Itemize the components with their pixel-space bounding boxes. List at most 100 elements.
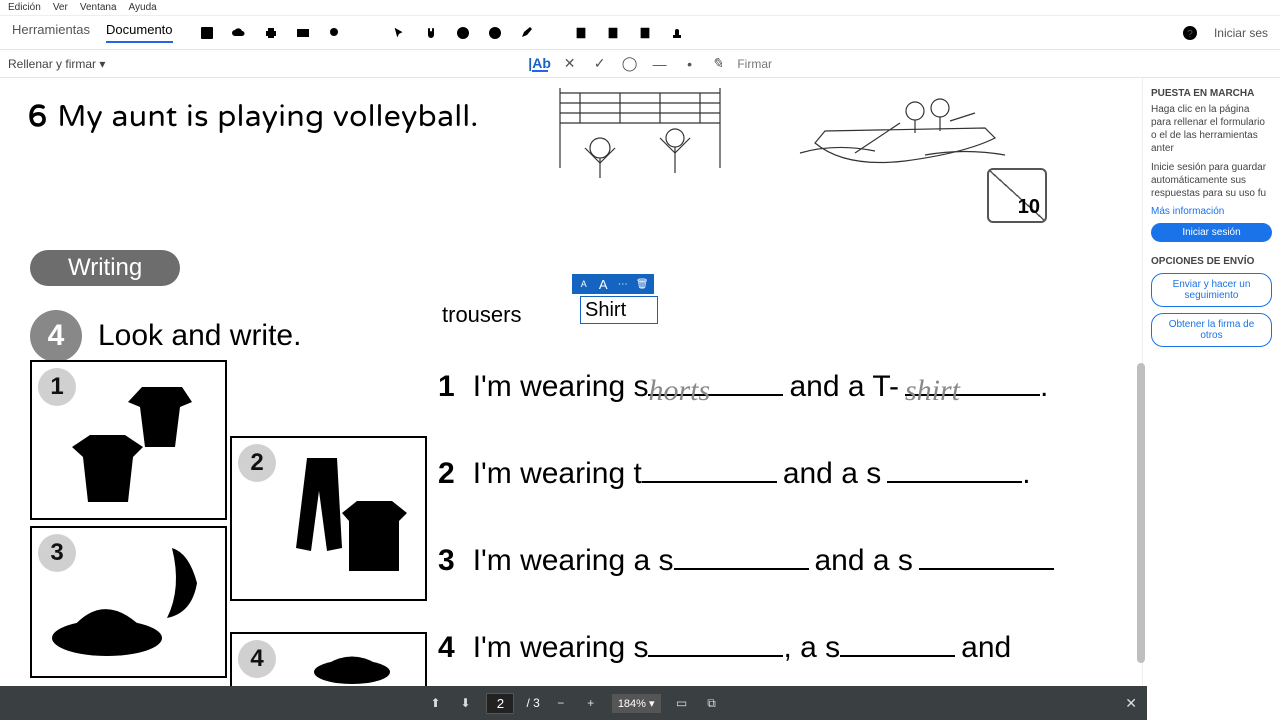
user-text-trousers[interactable]: trousers bbox=[442, 302, 521, 328]
menu-window[interactable]: Ventana bbox=[80, 2, 117, 13]
toolbar-right: ? Iniciar ses bbox=[1182, 25, 1268, 41]
print-icon[interactable] bbox=[263, 25, 279, 41]
line1-hand2: shirt bbox=[905, 374, 960, 407]
tool-icons-mid bbox=[391, 25, 535, 41]
line2-blank2 bbox=[887, 457, 1022, 483]
box-num-1: 1 bbox=[38, 368, 76, 406]
fit-width-icon[interactable]: ⧉ bbox=[703, 694, 721, 712]
font-smaller-icon[interactable]: A bbox=[577, 277, 591, 291]
score-box: 10 bbox=[987, 168, 1047, 223]
score-value: 10 bbox=[1018, 196, 1040, 219]
writing-line-3: 3 I'm wearing a s and a s bbox=[438, 544, 1054, 578]
tabs: Herramientas Documento bbox=[12, 22, 173, 43]
line4-blank1 bbox=[648, 631, 783, 657]
highlight-icon[interactable] bbox=[519, 25, 535, 41]
zoom-out-btn-icon[interactable]: − bbox=[552, 694, 570, 712]
delete-field-icon[interactable]: 🗑 bbox=[635, 277, 649, 291]
tab-tools[interactable]: Herramientas bbox=[12, 22, 90, 43]
check-tool-icon[interactable]: ✓ bbox=[592, 56, 608, 72]
fit-page-icon[interactable]: ▭ bbox=[673, 694, 691, 712]
zoom-out-icon[interactable] bbox=[455, 25, 471, 41]
search-icon[interactable] bbox=[327, 25, 343, 41]
cloud-icon[interactable] bbox=[231, 25, 247, 41]
signin-button[interactable]: Iniciar sesión bbox=[1151, 223, 1272, 242]
side-text-2: Inicie sesión para guardar automáticamen… bbox=[1151, 161, 1272, 200]
line4-c: and bbox=[961, 631, 1011, 665]
scrollbar[interactable] bbox=[1137, 363, 1145, 663]
image-box-2: 2 bbox=[230, 436, 427, 601]
look-write-text: Look and write. bbox=[98, 319, 301, 353]
boat-illustration bbox=[795, 83, 1010, 178]
text-tool-icon[interactable]: |Ab bbox=[532, 56, 548, 72]
menu-help[interactable]: Ayuda bbox=[129, 2, 157, 13]
stamp-icon[interactable] bbox=[669, 25, 685, 41]
font-bigger-icon[interactable]: A bbox=[596, 277, 610, 291]
active-text-field[interactable] bbox=[580, 296, 658, 324]
page-icon[interactable] bbox=[573, 25, 589, 41]
line3-a: I'm wearing a s bbox=[473, 544, 674, 578]
help-icon[interactable]: ? bbox=[1182, 25, 1198, 41]
signin-link[interactable]: Iniciar ses bbox=[1214, 26, 1268, 40]
send-track-button[interactable]: Enviar y hacer un seguimiento bbox=[1151, 273, 1272, 307]
save-icon[interactable] bbox=[199, 25, 215, 41]
writing-heading: Writing bbox=[30, 250, 180, 286]
document-view[interactable]: 6My aunt is playing volleyball. bbox=[0, 78, 1142, 691]
close-toolbar-icon[interactable]: ✕ bbox=[1125, 695, 1137, 712]
tool-icons-right bbox=[573, 25, 685, 41]
zoom-in-icon[interactable] bbox=[487, 25, 503, 41]
menu-view[interactable]: Ver bbox=[53, 2, 68, 13]
side-heading-2: OPCIONES DE ENVÍO bbox=[1151, 256, 1272, 267]
box-num-3: 3 bbox=[38, 534, 76, 572]
menu-edit[interactable]: Edición bbox=[8, 2, 41, 13]
writing-line-2: 2 I'm wearing t and a s. bbox=[438, 457, 1031, 491]
more-icon[interactable]: ⋯ bbox=[616, 277, 630, 291]
line2-dot: . bbox=[1022, 457, 1030, 491]
circle-tool-icon[interactable]: ◯ bbox=[622, 56, 638, 72]
x-tool-icon[interactable]: ✕ bbox=[562, 56, 578, 72]
line1-blank2: shirt bbox=[905, 370, 1040, 396]
line-tool-icon[interactable]: — bbox=[652, 56, 668, 72]
tab-document[interactable]: Documento bbox=[106, 22, 172, 43]
box-num-4: 4 bbox=[238, 640, 276, 678]
dot-tool-icon[interactable]: • bbox=[682, 56, 698, 72]
tool-icons-left bbox=[199, 25, 343, 41]
line1-hand1: horts bbox=[648, 374, 710, 407]
get-signature-button[interactable]: Obtener la firma de otros bbox=[1151, 313, 1272, 347]
line4-a: I'm wearing s bbox=[473, 631, 649, 665]
page-input[interactable] bbox=[486, 693, 514, 714]
sign-label[interactable]: Firmar bbox=[737, 57, 772, 71]
task-number-4: 4 bbox=[30, 310, 82, 362]
toolbar-top: Herramientas Documento ? Iniciar ses bbox=[0, 16, 1280, 50]
mail-icon[interactable] bbox=[295, 25, 311, 41]
hand-icon[interactable] bbox=[423, 25, 439, 41]
line2-a: I'm wearing t bbox=[473, 457, 642, 491]
image-box-1: 1 bbox=[30, 360, 227, 520]
page3-icon[interactable] bbox=[637, 25, 653, 41]
side-heading-1: PUESTA EN MARCHA bbox=[1151, 88, 1272, 99]
look-and-write: 4 Look and write. bbox=[30, 310, 301, 362]
writing-line-4: 4 I'm wearing s, a s and bbox=[438, 631, 1011, 665]
page-down-icon[interactable]: ⬇ bbox=[456, 694, 474, 712]
sign-icon[interactable]: ✎ bbox=[712, 56, 724, 72]
main-area: 6My aunt is playing volleyball. bbox=[0, 78, 1280, 691]
line3-num: 3 bbox=[438, 544, 455, 578]
more-info-link[interactable]: Más información bbox=[1151, 206, 1272, 217]
page2-icon[interactable] bbox=[605, 25, 621, 41]
sentence-6: 6My aunt is playing volleyball. bbox=[28, 98, 479, 135]
zoom-select[interactable]: 184% ▾ bbox=[612, 694, 661, 713]
image-box-4: 4 bbox=[230, 632, 427, 687]
text-field-controls: A A ⋯ 🗑 bbox=[572, 274, 654, 294]
line1-b: and a T- bbox=[789, 370, 899, 404]
line4-b: , a s bbox=[783, 631, 840, 665]
page-up-icon[interactable]: ⬆ bbox=[426, 694, 444, 712]
bottom-toolbar: ⬆ ⬇ / 3 − + 184% ▾ ▭ ⧉ ✕ bbox=[0, 686, 1147, 720]
cursor-icon[interactable] bbox=[391, 25, 407, 41]
line1-num: 1 bbox=[438, 370, 455, 404]
line3-blank1 bbox=[674, 544, 809, 570]
fill-sign-dropdown[interactable]: Rellenar y firmar ▾ bbox=[8, 57, 105, 71]
line1-a: I'm wearing s bbox=[473, 370, 649, 404]
line2-num: 2 bbox=[438, 457, 455, 491]
zoom-in-btn-icon[interactable]: + bbox=[582, 694, 600, 712]
sentence-6-text: My aunt is playing volleyball. bbox=[57, 98, 478, 135]
line3-blank2 bbox=[919, 544, 1054, 570]
